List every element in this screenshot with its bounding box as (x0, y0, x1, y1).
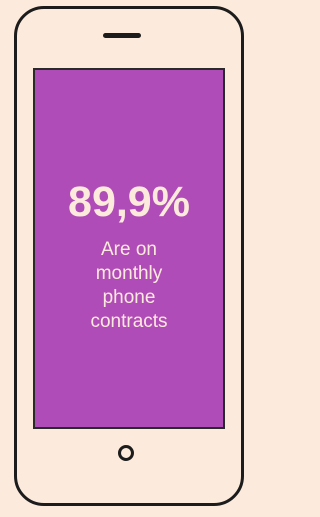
caption-line: monthly (95, 263, 163, 284)
caption-line: contracts (90, 311, 168, 332)
phone-screen: 89,9% Are on monthly phone contracts (33, 68, 225, 429)
speaker-slot-icon (103, 33, 141, 38)
statistic-caption: Are on monthly phone contracts (45, 238, 213, 334)
statistic-value: 89,9% (68, 178, 190, 226)
caption-line: phone (102, 287, 156, 308)
caption-line: Are on (101, 239, 157, 260)
home-button-icon (118, 445, 134, 461)
